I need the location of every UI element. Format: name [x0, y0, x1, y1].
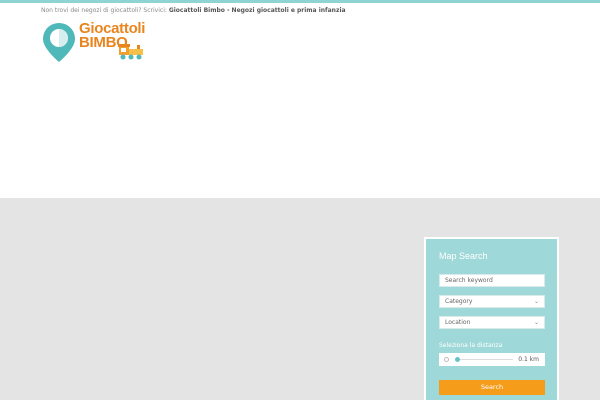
- location-select[interactable]: Location ⌄: [439, 316, 545, 329]
- panel-title: Map Search: [439, 251, 488, 261]
- distance-label: Seleziona la distanza: [439, 342, 503, 349]
- chevron-down-icon: ⌄: [533, 298, 539, 305]
- slider-track[interactable]: [458, 359, 513, 360]
- slider-min-handle[interactable]: [444, 357, 449, 362]
- distance-value: 0.1 km: [518, 356, 539, 363]
- topbar-prefix: Non trovi dei negozi di giocattoli? Scri…: [41, 7, 167, 14]
- map-search-panel: Map Search Category ⌄ Location ⌄ Selezio…: [424, 237, 559, 400]
- map-pin-icon: [43, 23, 75, 62]
- top-info-bar: Non trovi dei negozi di giocattoli? Scri…: [41, 6, 346, 16]
- chevron-down-icon: ⌄: [533, 319, 539, 326]
- site-logo[interactable]: Giocattoli BIMBO: [42, 21, 152, 64]
- category-select-label: Category: [445, 298, 473, 305]
- search-button[interactable]: Search: [439, 380, 545, 395]
- toy-train-icon: [118, 44, 143, 60]
- distance-slider[interactable]: 0.1 km: [439, 353, 545, 366]
- category-select[interactable]: Category ⌄: [439, 295, 545, 308]
- location-select-label: Location: [445, 319, 471, 326]
- top-accent-bar: [0, 0, 600, 3]
- slider-handle[interactable]: [455, 357, 460, 362]
- topbar-link[interactable]: Giocattoli Bimbo - Negozi giocattoli e p…: [169, 7, 346, 14]
- search-keyword-input[interactable]: [439, 274, 545, 287]
